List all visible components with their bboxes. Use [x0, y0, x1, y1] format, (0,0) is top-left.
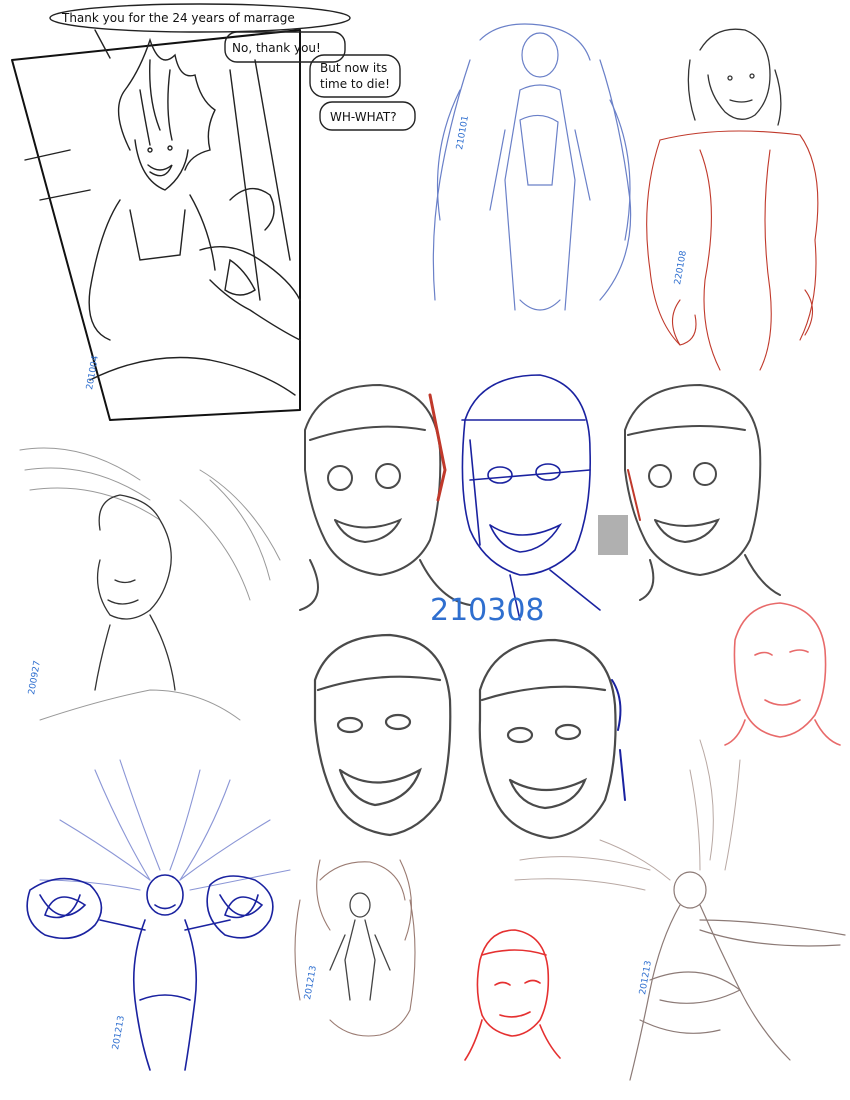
- bubble-1-text: Thank you for the 24 years of marrage: [61, 11, 295, 25]
- winged-profile-date-stamp: 200927: [27, 660, 43, 696]
- head-study-grey-3: [313, 633, 452, 837]
- bubble-2-text: No, thank you!: [232, 41, 321, 55]
- head-study-navy: [461, 374, 601, 621]
- comic-panel: Thank you for the 24 years of marrage No…: [11, 3, 416, 421]
- bubble-4-text: WH-WHAT?: [330, 110, 397, 124]
- winged-profile-sketch: 200927: [19, 447, 281, 721]
- head-study-grey-1: [299, 383, 471, 611]
- head-studies-date-stamp: 210308: [430, 593, 545, 628]
- bubble-3-text-line2: time to die!: [320, 77, 390, 91]
- red-head-sketch: [464, 929, 561, 1061]
- blue-standing-figure: 210101: [432, 23, 632, 311]
- red-figure-date-stamp: 220108: [673, 250, 689, 286]
- head-study-grey-4: [478, 638, 617, 840]
- sketch-sheet: Thank you for the 24 years of marrage No…: [11, 3, 846, 1081]
- winged-dancer-date-stamp: 201213: [638, 960, 654, 996]
- winged-dancer-sketch: 201213: [514, 739, 846, 1081]
- bubble-3-text-line1: But now its: [320, 61, 387, 75]
- comic-date-stamp: 201004: [85, 355, 101, 391]
- brown-figure-date-stamp: 201213: [303, 965, 319, 1001]
- head-study-pink: [724, 602, 841, 746]
- blue-winged-figure: 201213: [26, 759, 291, 1071]
- head-study-grey-2: [624, 383, 781, 601]
- blue-figure-date-stamp: 210101: [455, 115, 471, 151]
- brown-figure-sketch: 201213: [294, 859, 416, 1037]
- blue-wings-date-stamp: 201213: [111, 1015, 127, 1051]
- red-figure-sketch: 220108: [646, 28, 819, 371]
- head-studies: 210308: [299, 374, 841, 840]
